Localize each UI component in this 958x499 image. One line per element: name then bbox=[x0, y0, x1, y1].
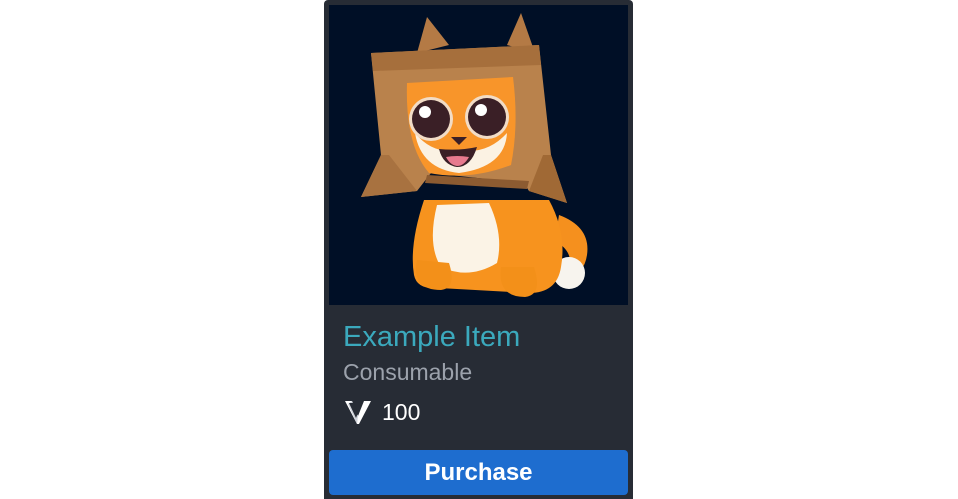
v-currency-icon bbox=[345, 401, 371, 424]
item-thumbnail bbox=[329, 5, 628, 305]
item-price: 100 bbox=[382, 398, 421, 425]
item-title: Example Item bbox=[343, 321, 521, 353]
purchase-button[interactable]: Purchase bbox=[329, 450, 628, 495]
store-item-card[interactable]: Example Item Consumable 100 Purchase bbox=[324, 0, 633, 499]
item-type-label: Consumable bbox=[343, 359, 473, 385]
cat-in-box-icon bbox=[361, 13, 588, 297]
price-row: 100 bbox=[344, 397, 420, 427]
